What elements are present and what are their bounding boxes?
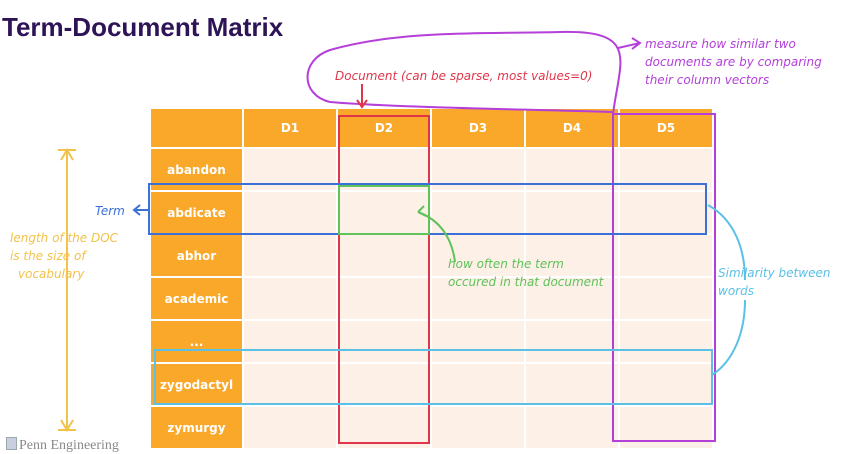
how-often-note-line2: occured in that document: [448, 275, 605, 289]
abdicate-row-highlight: [148, 183, 707, 235]
how-often-note-line1: how often the term: [448, 257, 564, 271]
shield-icon: [6, 437, 17, 450]
measure-note-line2: documents are by comparing: [645, 55, 822, 69]
length-note-line3: vocabulary: [18, 267, 85, 281]
term-note: Term: [95, 204, 125, 218]
term-arrow-icon: [132, 204, 148, 216]
d5-column-highlight: [612, 113, 716, 442]
measure-note-line3: their column vectors: [645, 73, 769, 87]
similarity-note-line2: words: [718, 284, 754, 298]
zygodactyl-row-highlight: [154, 349, 713, 405]
similarity-brace-bottom: [711, 299, 746, 376]
penn-engineering-logo: Penn Engineering: [6, 437, 119, 454]
measure-arrow-icon: [617, 37, 642, 50]
length-note-line1: length of the DOC: [10, 231, 119, 245]
d2-column-highlight: [338, 115, 430, 444]
measure-note-line1: measure how similar two: [645, 37, 796, 51]
logo-text: Penn Engineering: [19, 438, 119, 453]
similarity-note-line1: Similarity between: [718, 266, 830, 280]
document-arrow-icon: [356, 84, 368, 109]
document-note: Document (can be sparse, most values=0): [335, 69, 592, 83]
cell-highlight: [338, 185, 430, 235]
length-note-line2: is the size of: [10, 249, 87, 263]
annotation-overlay: measure how similar two documents are by…: [10, 30, 830, 444]
